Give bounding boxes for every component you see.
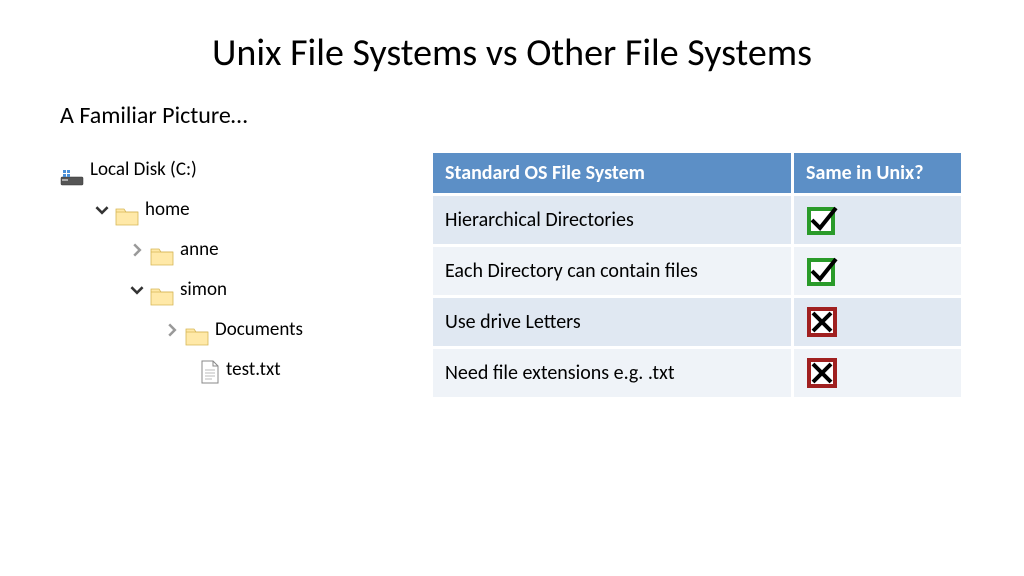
folder-icon <box>150 280 174 300</box>
tree-node-anne: anne <box>60 230 370 270</box>
folder-icon <box>185 320 209 340</box>
tree-node-simon: simon <box>60 270 370 310</box>
table-cell-feature: Need file extensions e.g. .txt <box>432 348 793 399</box>
table-header-row: Standard OS File System Same in Unix? <box>432 152 963 195</box>
tree-node-testfile: test.txt <box>60 350 370 390</box>
table-cell-status <box>793 297 963 348</box>
table-cell-feature: Each Directory can contain files <box>432 246 793 297</box>
tree-node-documents: Documents <box>60 310 370 350</box>
table-cell-status <box>793 246 963 297</box>
table-row: Need file extensions e.g. .txt <box>432 348 963 399</box>
file-icon <box>200 358 220 382</box>
chevron-right-icon <box>165 323 179 337</box>
slide-title: Unix File Systems vs Other File Systems <box>60 30 964 76</box>
file-tree: Local Disk (C:) home anne <box>60 150 370 400</box>
table-cell-feature: Hierarchical Directories <box>432 195 793 246</box>
tree-label-documents: Documents <box>215 309 303 351</box>
tree-label-anne: anne <box>180 229 219 271</box>
tree-label-simon: simon <box>180 269 227 311</box>
cross-icon <box>806 357 838 389</box>
chevron-right-icon <box>130 243 144 257</box>
chevron-down-icon <box>95 203 109 217</box>
folder-icon <box>115 200 139 220</box>
check-icon <box>806 204 838 236</box>
tree-node-home: home <box>60 190 370 230</box>
chevron-down-icon <box>130 283 144 297</box>
table-cell-status <box>793 348 963 399</box>
table-row: Hierarchical Directories <box>432 195 963 246</box>
table-row: Each Directory can contain files <box>432 246 963 297</box>
table-cell-status <box>793 195 963 246</box>
tree-label-testfile: test.txt <box>226 349 281 391</box>
content-area: Local Disk (C:) home anne <box>60 150 964 400</box>
table-cell-feature: Use drive Letters <box>432 297 793 348</box>
disk-icon <box>60 161 84 179</box>
table-header-feature: Standard OS File System <box>432 152 793 195</box>
table-row: Use drive Letters <box>432 297 963 348</box>
tree-label-root: Local Disk (C:) <box>90 149 197 191</box>
comparison-table: Standard OS File System Same in Unix? Hi… <box>430 150 964 400</box>
tree-node-root: Local Disk (C:) <box>60 150 370 190</box>
cross-icon <box>806 306 838 338</box>
tree-label-home: home <box>145 189 190 231</box>
slide-subtitle: A Familiar Picture… <box>60 101 964 130</box>
check-icon <box>806 255 838 287</box>
folder-icon <box>150 240 174 260</box>
table-header-same: Same in Unix? <box>793 152 963 195</box>
